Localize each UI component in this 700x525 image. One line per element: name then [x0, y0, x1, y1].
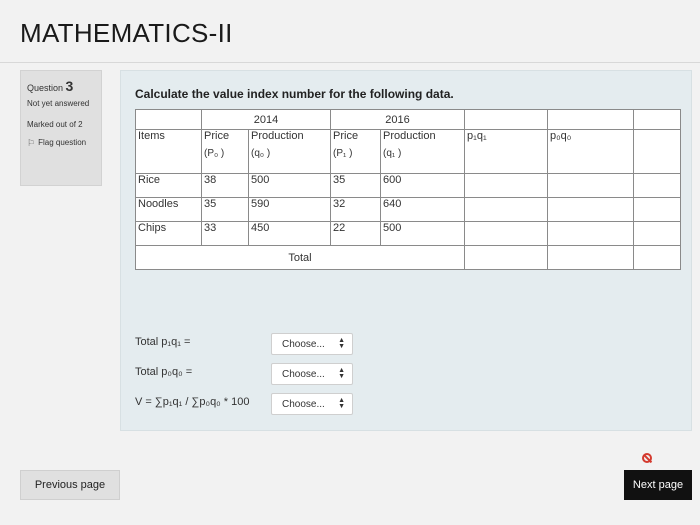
column-header-production-2016: Production (q₁ ): [380, 129, 465, 174]
p0q0-cell: [547, 221, 634, 246]
year-header-row: 2014 2016: [135, 109, 681, 130]
column-header-price-2016: Price (P₁ ): [330, 129, 381, 174]
question-text: Calculate the value index number for the…: [135, 87, 454, 101]
select-value: Choose...: [282, 368, 325, 380]
p0-cell: 33: [201, 221, 249, 246]
column-header-p0q0: p₀q₀: [547, 129, 634, 174]
header-sublabel: (q₀ ): [251, 148, 271, 159]
table-cell: [633, 129, 681, 174]
total-row: Total: [135, 245, 681, 270]
chevron-updown-icon: ▲ ▼: [338, 337, 345, 350]
table-row: Noodles 35 590 32 640: [135, 197, 681, 222]
q1-cell: 600: [380, 173, 465, 198]
header-sublabel: (q₁ ): [383, 148, 402, 159]
p1-cell: 35: [330, 173, 381, 198]
page-title: MATHEMATICS-II: [20, 18, 233, 48]
chevron-updown-icon: ▲ ▼: [338, 397, 345, 410]
header-label: Production: [383, 130, 436, 142]
total-p0q0-select[interactable]: Choose... ▲ ▼: [271, 363, 353, 385]
chevron-updown-icon: ▲ ▼: [338, 367, 345, 380]
p0-cell: 35: [201, 197, 249, 222]
table-cell: [547, 109, 634, 130]
header-label: Price: [333, 130, 359, 142]
question-info-panel: Question 3 Not yet answered Marked out o…: [20, 70, 102, 186]
column-header-row: Items Price (P₀ ) Production (q₀ ) Price…: [135, 129, 681, 174]
item-cell: Rice: [135, 173, 202, 198]
question-content: Calculate the value index number for the…: [120, 70, 692, 431]
q1-cell: 500: [380, 221, 465, 246]
total-p1q1-cell: [464, 245, 548, 270]
flag-question-label: Flag question: [38, 138, 87, 147]
total-p1q1-select[interactable]: Choose... ▲ ▼: [271, 333, 353, 355]
q1-cell: 640: [380, 197, 465, 222]
column-header-p1q1: p₁q₁: [464, 129, 548, 174]
p1-cell: 32: [330, 197, 381, 222]
header-label: Price: [204, 130, 230, 142]
column-header-price-2014: Price (P₀ ): [201, 129, 249, 174]
flag-question-link[interactable]: ⚐ Flag question: [27, 138, 95, 149]
question-marks: Marked out of 2: [27, 120, 83, 129]
p1q1-cell: [464, 173, 548, 198]
q0-cell: 590: [248, 197, 331, 222]
previous-page-button[interactable]: Previous page: [20, 470, 120, 500]
column-header-items: Items: [135, 129, 202, 174]
total-label: Total: [135, 245, 465, 270]
q0-cell: 500: [248, 173, 331, 198]
data-table: 2014 2016 Items Price (P₀ ) Production (…: [135, 109, 681, 270]
select-value: Choose...: [282, 398, 325, 410]
select-value: Choose...: [282, 338, 325, 350]
header-label: p₀q₀: [550, 130, 572, 142]
table-cell: [135, 109, 202, 130]
value-index-formula-label: V = ∑p₁q₁ / ∑p₀q₀ * 100: [135, 396, 250, 408]
question-status: Not yet answered: [27, 99, 90, 108]
table-cell: [633, 109, 681, 130]
total-p0q0-cell: [547, 245, 634, 270]
next-page-button[interactable]: Next page: [624, 470, 692, 500]
p1q1-cell: [464, 197, 548, 222]
p1-cell: 22: [330, 221, 381, 246]
total-p1q1-label: Total p₁q₁ =: [135, 336, 191, 348]
prohibited-icon: [642, 453, 652, 463]
column-header-production-2014: Production (q₀ ): [248, 129, 331, 174]
table-row: Rice 38 500 35 600: [135, 173, 681, 198]
question-number: Question 3: [27, 78, 95, 94]
question-number-value: 3: [65, 78, 74, 94]
table-cell: [633, 173, 681, 198]
p0-cell: 38: [201, 173, 249, 198]
year-2016-header: 2016: [330, 109, 465, 130]
p1q1-cell: [464, 221, 548, 246]
header-label: p₁q₁: [467, 130, 487, 142]
item-cell: Noodles: [135, 197, 202, 222]
item-cell: Chips: [135, 221, 202, 246]
value-index-select[interactable]: Choose... ▲ ▼: [271, 393, 353, 415]
header-divider: [0, 62, 700, 63]
q0-cell: 450: [248, 221, 331, 246]
header-sublabel: (P₀ ): [204, 148, 225, 159]
table-row: Chips 33 450 22 500: [135, 221, 681, 246]
table-cell: [464, 109, 548, 130]
header-items-label: Items: [138, 130, 165, 142]
table-cell: [633, 221, 681, 246]
question-label: Question: [27, 83, 64, 93]
table-cell: [633, 197, 681, 222]
header-sublabel: (P₁ ): [333, 148, 353, 159]
table-cell: [633, 245, 681, 270]
header-label: Production: [251, 130, 304, 142]
year-2014-header: 2014: [201, 109, 331, 130]
flag-icon: ⚐: [27, 138, 36, 148]
p0q0-cell: [547, 197, 634, 222]
total-p0q0-label: Total p₀q₀ =: [135, 366, 193, 378]
p0q0-cell: [547, 173, 634, 198]
